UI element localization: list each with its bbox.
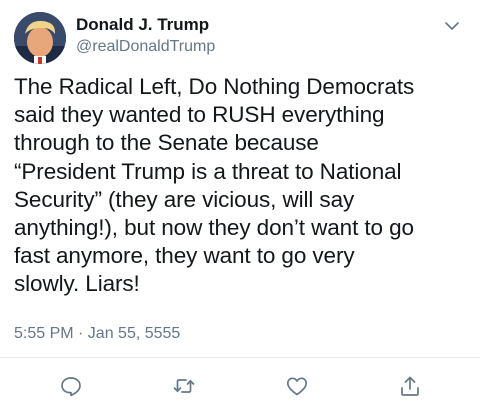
reply-icon (61, 377, 81, 397)
heart-icon (286, 377, 308, 396)
author-handle[interactable]: @realDonaldTrump (76, 36, 215, 58)
retweet-icon (173, 379, 195, 393)
avatar[interactable] (14, 12, 66, 64)
tweet-header: Donald J. Trump @realDonaldTrump (14, 12, 466, 64)
tweet-card: Donald J. Trump @realDonaldTrump The Rad… (0, 0, 480, 410)
divider (0, 357, 480, 358)
reply-button[interactable] (59, 374, 83, 398)
tweet-timestamp[interactable]: 5:55 PM · Jan 55, 5555 (14, 324, 180, 344)
author-display-name[interactable]: Donald J. Trump (76, 15, 215, 35)
action-bar (0, 364, 480, 404)
author-names: Donald J. Trump @realDonaldTrump (76, 15, 215, 58)
chevron-down-icon[interactable] (440, 14, 464, 38)
like-button[interactable] (285, 374, 309, 398)
avatar-image (14, 12, 66, 64)
share-icon (401, 376, 419, 396)
tweet-text: The Radical Left, Do Nothing Democrats s… (14, 74, 415, 297)
share-button[interactable] (398, 374, 422, 398)
retweet-button[interactable] (172, 374, 196, 398)
